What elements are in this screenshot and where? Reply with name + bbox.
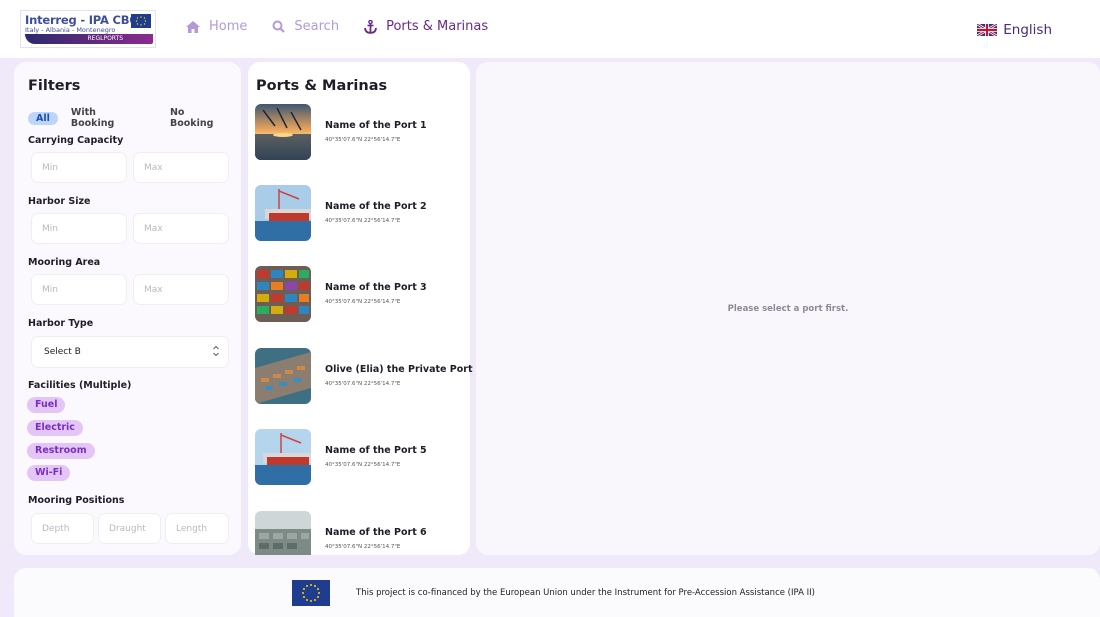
- port-detail-panel: Please select a port first.: [476, 62, 1100, 555]
- facilities-label: Facilities (Multiple): [28, 380, 132, 391]
- port-list-item[interactable]: Olive (Elia) the Private Port 40°35'07.6…: [255, 348, 473, 404]
- port-coordinates: 40°35'07.6"N 22°56'14.7"E: [325, 299, 401, 305]
- port-coordinates: 40°35'07.6"N 22°56'14.7"E: [325, 462, 401, 468]
- nav-home[interactable]: Home: [186, 19, 247, 34]
- port-thumbnail: [255, 185, 311, 241]
- facility-chip-electric[interactable]: Electric: [27, 420, 83, 436]
- harbor-type-selected-value: Select B: [44, 347, 81, 357]
- facility-chip-restroom[interactable]: Restroom: [27, 443, 95, 459]
- port-thumbnail: [255, 511, 311, 555]
- port-coordinates: 40°35'07.6"N 22°56'14.7"E: [325, 381, 401, 387]
- home-icon: [186, 20, 200, 34]
- booking-option-all[interactable]: All: [28, 111, 58, 125]
- nav-home-label: Home: [209, 19, 248, 34]
- mooring-draught-input[interactable]: [99, 514, 160, 543]
- ports-list-panel: Ports & Marinas Name of the Port 1 40°35…: [248, 62, 473, 555]
- mooring-area-max-input[interactable]: [134, 275, 228, 304]
- booking-option-with-booking[interactable]: With Booking: [71, 107, 139, 129]
- port-list-item[interactable]: Name of the Port 2 40°35'07.6"N 22°56'14…: [255, 185, 465, 241]
- empty-state-message: Please select a port first.: [727, 304, 849, 314]
- eu-flag-small-icon: [131, 14, 151, 28]
- harbor-size-label: Harbor Size: [28, 196, 91, 207]
- booking-filter: All With Booking No Booking: [28, 107, 228, 129]
- harbor-size-max-input[interactable]: [134, 214, 228, 243]
- carrying-capacity-label: Carrying Capacity: [28, 135, 124, 146]
- port-name: Name of the Port 2: [325, 201, 427, 212]
- mooring-area-min-input[interactable]: [32, 275, 126, 304]
- facility-chip-wifi[interactable]: Wi-Fi: [27, 465, 71, 481]
- select-arrows-icon: [213, 345, 219, 357]
- ports-title: Ports & Marinas: [256, 78, 388, 94]
- port-coordinates: 40°35'07.6"N 22°56'14.7"E: [325, 544, 401, 550]
- interreg-logo[interactable]: Interreg - IPA CBC Italy - Albania - Mon…: [20, 10, 156, 48]
- harbor-size-min-input[interactable]: [32, 214, 126, 243]
- port-name: Name of the Port 6: [325, 527, 427, 538]
- logo-title: Interreg - IPA CBC: [25, 13, 138, 27]
- port-name: Name of the Port 5: [325, 445, 427, 456]
- booking-option-no-booking[interactable]: No Booking: [170, 107, 228, 129]
- language-selector[interactable]: English: [977, 22, 1052, 38]
- port-coordinates: 40°35'07.6"N 22°56'14.7"E: [325, 218, 401, 224]
- anchor-icon: [363, 19, 377, 34]
- nav-search-label: Search: [294, 19, 340, 34]
- carrying-capacity-min-input[interactable]: [32, 153, 126, 182]
- uk-flag-icon: [977, 24, 998, 36]
- harbor-type-select[interactable]: Select B: [32, 337, 228, 367]
- port-list-item[interactable]: Name of the Port 5 40°35'07.6"N 22°56'14…: [255, 429, 465, 485]
- port-name: Name of the Port 3: [325, 282, 427, 293]
- logo-subtitle: Italy - Albania - Montenegro: [25, 26, 116, 34]
- nav-ports-label: Ports & Marinas: [386, 19, 489, 34]
- footer-funding-text: This project is co-financed by the Europ…: [356, 588, 815, 598]
- filters-panel: Filters All With Booking No Booking Carr…: [14, 62, 241, 555]
- eu-flag-icon: [292, 580, 330, 606]
- footer: This project is co-financed by the Europ…: [14, 568, 1100, 617]
- port-thumbnail: [255, 429, 311, 485]
- carrying-capacity-max-input[interactable]: [134, 153, 228, 182]
- port-name: Olive (Elia) the Private Port: [325, 364, 473, 375]
- nav-ports-marinas[interactable]: Ports & Marinas: [363, 19, 488, 34]
- nav-search[interactable]: Search: [271, 19, 339, 34]
- port-name: Name of the Port 1: [325, 120, 427, 131]
- port-coordinates: 40°35'07.6"N 22°56'14.7"E: [325, 137, 401, 143]
- port-list-item[interactable]: Name of the Port 3 40°35'07.6"N 22°56'14…: [255, 266, 465, 322]
- port-thumbnail: [255, 266, 311, 322]
- logo-project-bar: REGLPORTS: [25, 34, 153, 44]
- search-icon: [271, 20, 285, 34]
- mooring-depth-input[interactable]: [32, 514, 93, 543]
- harbor-type-label: Harbor Type: [28, 318, 94, 329]
- mooring-length-input[interactable]: [166, 514, 228, 543]
- language-label: English: [1003, 22, 1052, 38]
- port-list-item[interactable]: Name of the Port 6 40°35'07.6"N 22°56'14…: [255, 511, 465, 555]
- mooring-positions-label: Mooring Positions: [28, 495, 125, 506]
- port-thumbnail: [255, 348, 311, 404]
- port-list-item[interactable]: Name of the Port 1 40°35'07.6"N 22°56'14…: [255, 104, 465, 160]
- port-thumbnail: [255, 104, 311, 160]
- facility-chip-fuel[interactable]: Fuel: [27, 397, 66, 413]
- filters-title: Filters: [28, 78, 81, 94]
- mooring-area-label: Mooring Area: [28, 257, 101, 268]
- main-nav: Home Search Ports & Marinas: [186, 19, 488, 34]
- top-header: Interreg - IPA CBC Italy - Albania - Mon…: [0, 0, 1100, 58]
